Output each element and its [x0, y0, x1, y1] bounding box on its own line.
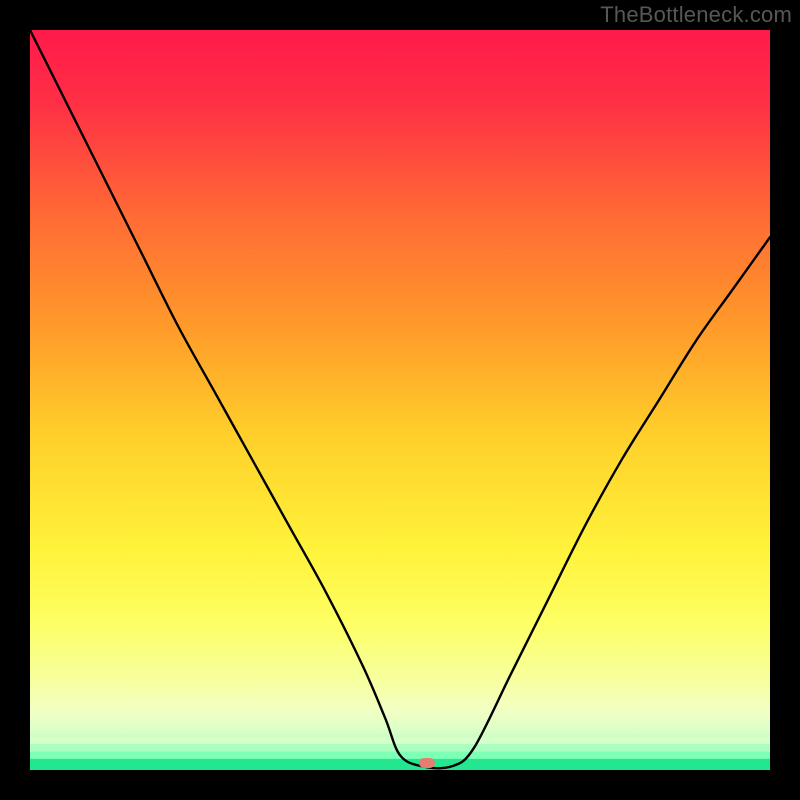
plot-area [30, 30, 770, 770]
chart-frame: TheBottleneck.com [0, 0, 800, 800]
plot-svg [30, 30, 770, 770]
watermark-text: TheBottleneck.com [600, 2, 792, 28]
